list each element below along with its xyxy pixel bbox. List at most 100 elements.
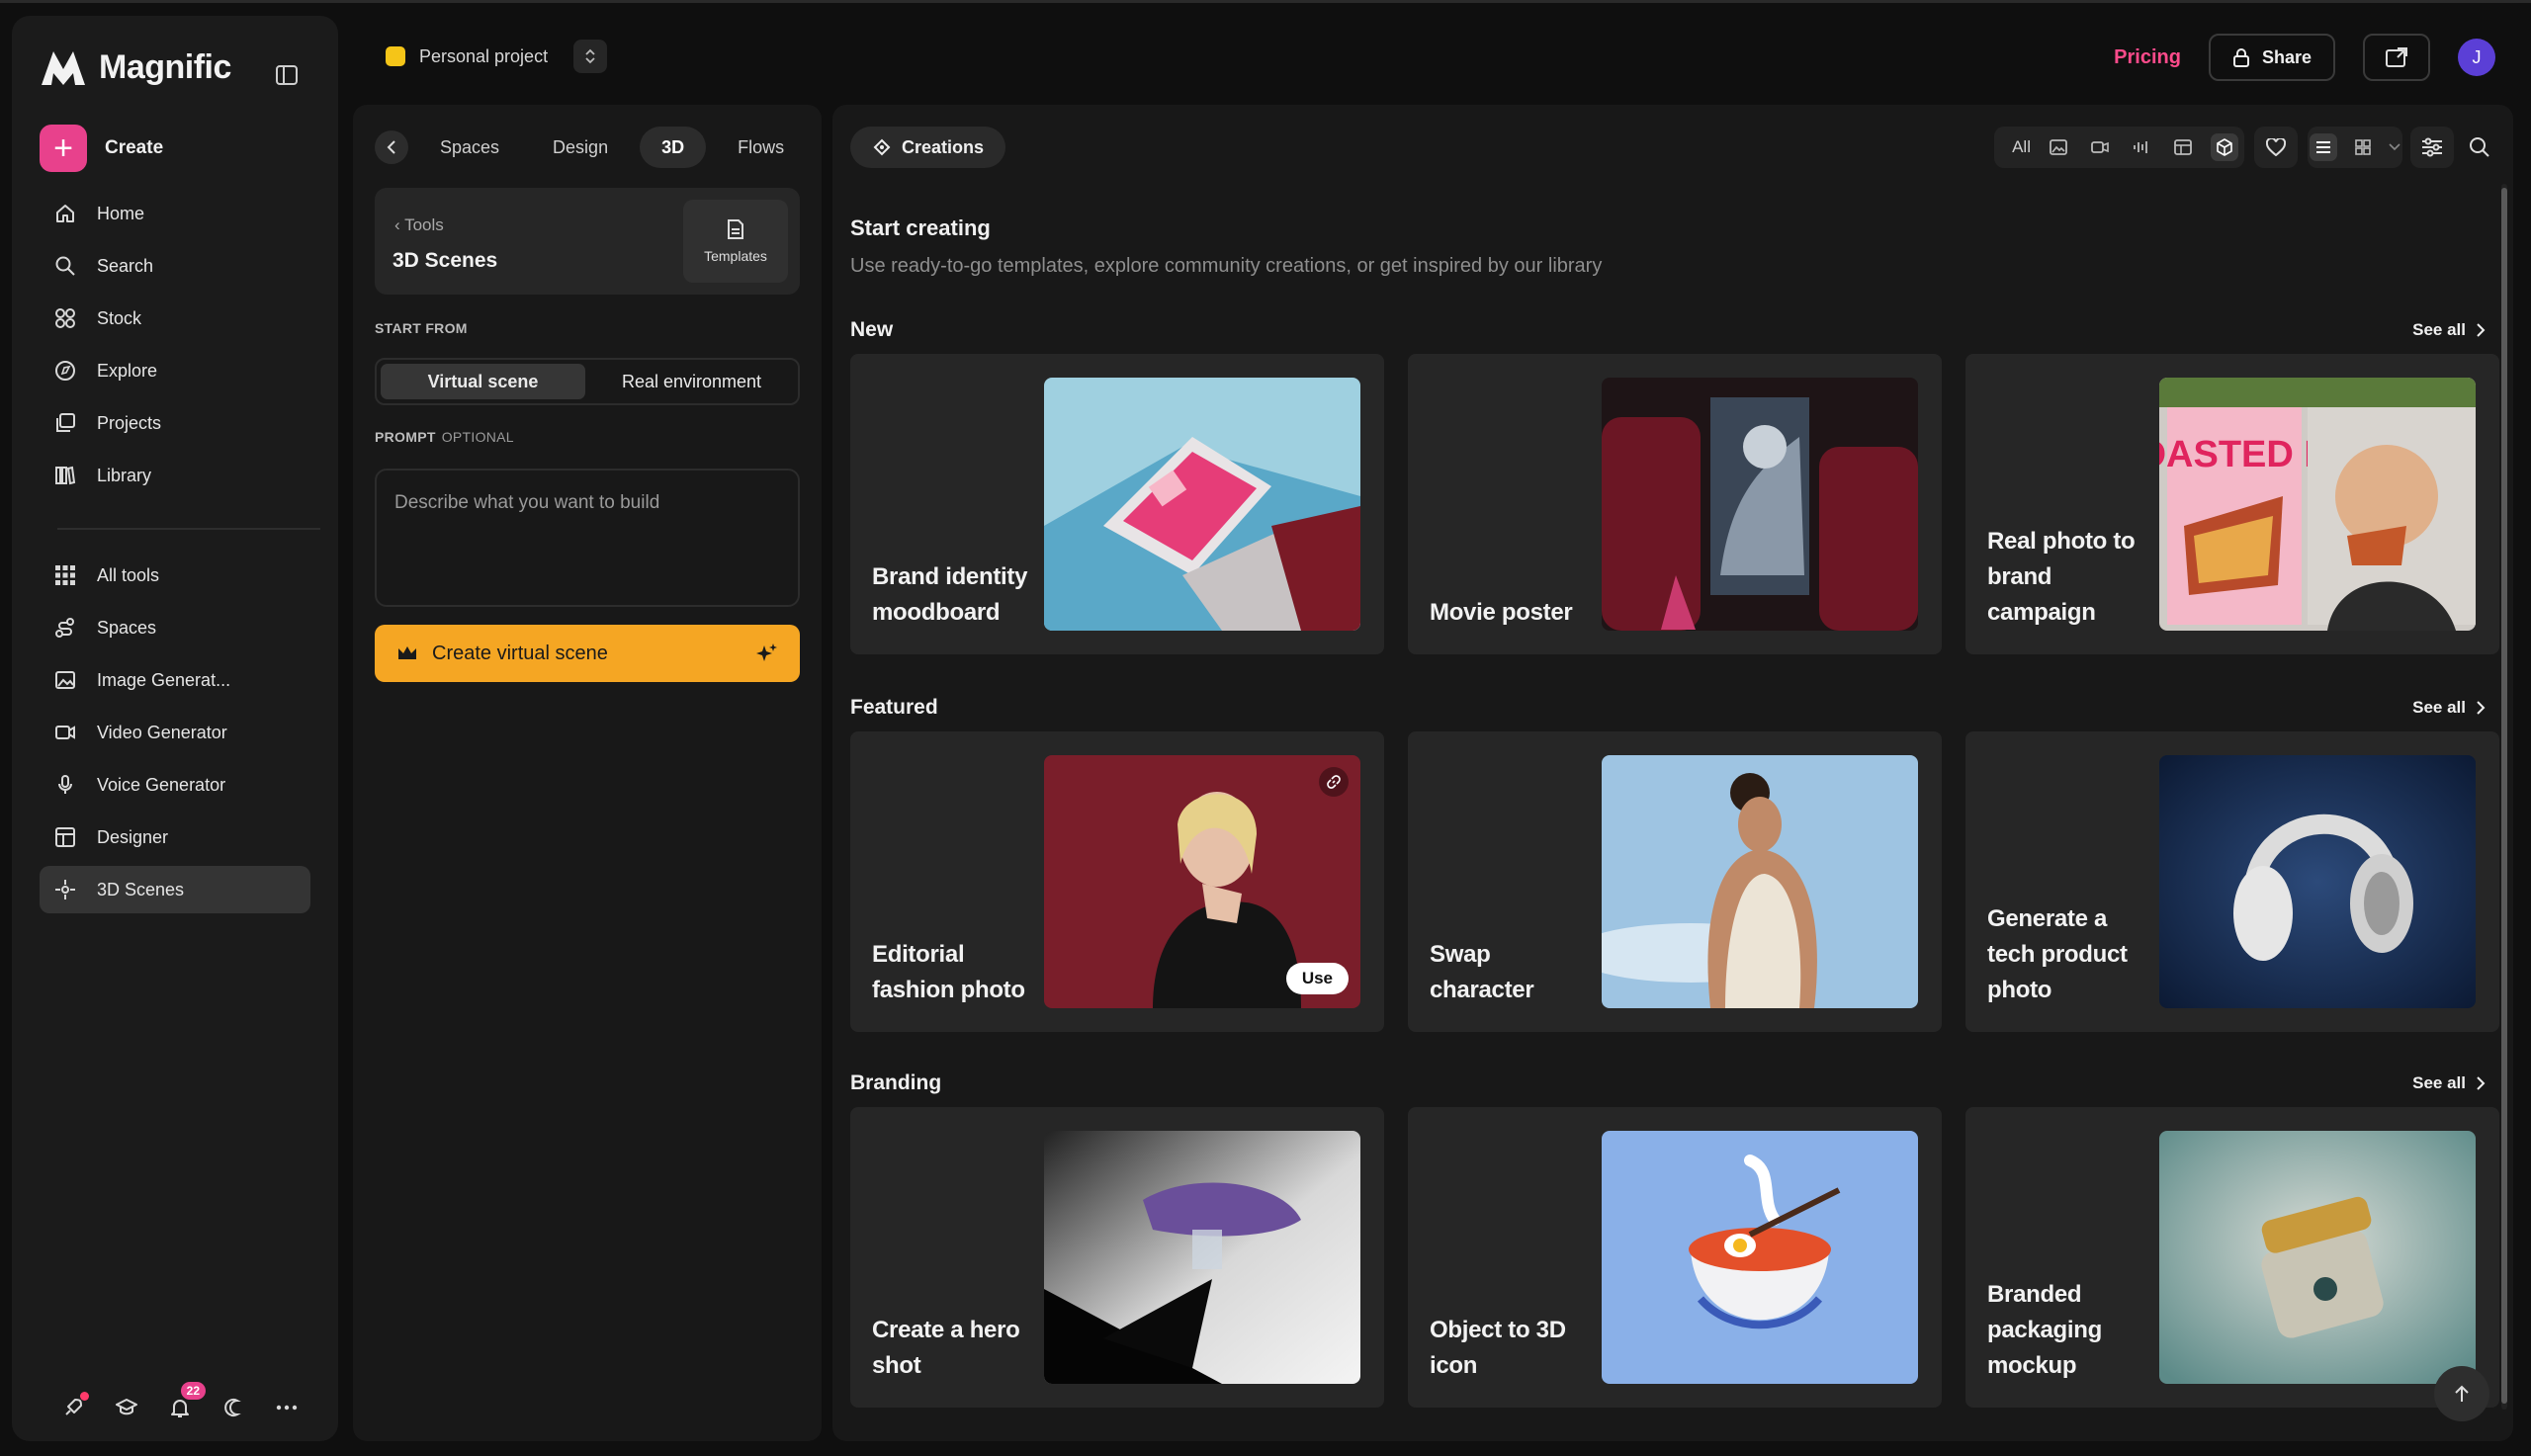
avatar[interactable]: J bbox=[2458, 39, 2495, 76]
project-selector[interactable]: Personal project bbox=[386, 40, 608, 73]
sidebar-item-spaces[interactable]: Spaces bbox=[40, 604, 310, 651]
template-card[interactable]: Generate a tech product photo bbox=[1965, 731, 2499, 1032]
grid-view-icon[interactable] bbox=[2349, 133, 2377, 161]
main-content: Creations All Start creating Use ready-t… bbox=[832, 105, 2513, 1441]
moon-icon[interactable] bbox=[218, 1392, 249, 1423]
card-title: Swap character bbox=[1430, 941, 1534, 1003]
scrollbar[interactable] bbox=[2501, 184, 2507, 1410]
tab-design[interactable]: Design bbox=[531, 127, 630, 168]
bell-icon[interactable]: 22 bbox=[164, 1382, 206, 1423]
template-card[interactable]: Create a hero shot bbox=[850, 1107, 1384, 1408]
back-button[interactable] bbox=[375, 130, 408, 164]
page-subtitle: Use ready-to-go templates, explore commu… bbox=[850, 255, 1603, 277]
template-card[interactable]: Brand identity moodboard bbox=[850, 354, 1384, 654]
collapse-sidebar-icon[interactable] bbox=[271, 59, 303, 91]
topbar-actions: Pricing Share J bbox=[2114, 34, 2495, 81]
template-card[interactable]: Object to 3D icon bbox=[1408, 1107, 1942, 1408]
image-filter-icon[interactable] bbox=[2045, 133, 2072, 161]
template-card[interactable]: Movie poster bbox=[1408, 354, 1942, 654]
list-view-icon[interactable] bbox=[2310, 133, 2337, 161]
filter-all[interactable]: All bbox=[2012, 137, 2031, 157]
see-all-label: See all bbox=[2412, 320, 2466, 339]
sidebar-item-stock[interactable]: Stock bbox=[40, 295, 310, 342]
tools-back-link[interactable]: ‹ Tools bbox=[394, 215, 444, 235]
sidebar-item-3d-scenes[interactable]: 3D Scenes bbox=[40, 866, 310, 913]
creations-button[interactable]: Creations bbox=[850, 127, 1006, 168]
more-icon[interactable] bbox=[271, 1392, 303, 1423]
sidebar-item-label: All tools bbox=[97, 564, 160, 585]
status-dot bbox=[80, 1392, 89, 1401]
filter-settings-button[interactable] bbox=[2410, 127, 2454, 168]
magnific-logo-icon bbox=[40, 47, 87, 87]
page-title: Start creating bbox=[850, 215, 991, 240]
sidebar-item-voice-generator[interactable]: Voice Generator bbox=[40, 761, 310, 809]
template-card[interactable]: Real photo to brand campaign TOASTED BF bbox=[1965, 354, 2499, 654]
card-title: Generate a tech product photo bbox=[1987, 905, 2128, 1003]
library-icon bbox=[53, 464, 77, 487]
design-filter-icon[interactable] bbox=[2169, 133, 2197, 161]
sidebar-item-designer[interactable]: Designer bbox=[40, 814, 310, 861]
sidebar-item-label: Library bbox=[97, 465, 152, 485]
tab-3d[interactable]: 3D bbox=[640, 127, 707, 168]
3d-filter-icon[interactable] bbox=[2211, 133, 2238, 161]
favorites-button[interactable] bbox=[2254, 127, 2298, 168]
tool-panel: Spaces Design 3D Flows ‹ Tools 3D Scenes… bbox=[353, 105, 822, 1441]
segment-virtual-scene[interactable]: Virtual scene bbox=[381, 364, 585, 399]
segment-real-environment[interactable]: Real environment bbox=[589, 364, 794, 399]
sidebar-item-home[interactable]: Home bbox=[40, 190, 310, 237]
section-title-new: New bbox=[850, 318, 894, 341]
open-external-icon bbox=[2386, 47, 2407, 67]
rocket-icon[interactable] bbox=[57, 1392, 89, 1423]
chevron-down-icon[interactable] bbox=[2389, 138, 2400, 156]
chevron-updown-icon[interactable] bbox=[573, 40, 608, 73]
share-button[interactable]: Share bbox=[2208, 34, 2335, 81]
templates-button[interactable]: Templates bbox=[683, 200, 788, 283]
sidebar-item-search[interactable]: Search bbox=[40, 242, 310, 290]
link-icon[interactable] bbox=[1319, 767, 1349, 797]
chevron-right-icon bbox=[2477, 323, 2486, 337]
view-toggle bbox=[2308, 127, 2402, 168]
lock-icon bbox=[2232, 48, 2249, 67]
create-button[interactable]: + Create bbox=[40, 125, 163, 172]
search-icon bbox=[2470, 137, 2489, 157]
see-all-featured[interactable]: See all bbox=[2412, 698, 2486, 718]
pricing-link[interactable]: Pricing bbox=[2114, 46, 2181, 69]
sidebar-item-explore[interactable]: Explore bbox=[40, 347, 310, 394]
graduation-cap-icon[interactable] bbox=[111, 1392, 142, 1423]
section-title-branding: Branding bbox=[850, 1071, 942, 1094]
tab-flows[interactable]: Flows bbox=[716, 127, 806, 168]
template-card[interactable]: Branded packaging mockup bbox=[1965, 1107, 2499, 1408]
document-icon bbox=[728, 219, 743, 239]
card-image: TOASTED BF bbox=[2159, 378, 2476, 631]
scroll-to-top-button[interactable] bbox=[2434, 1366, 2489, 1421]
video-filter-icon[interactable] bbox=[2086, 133, 2114, 161]
card-title: Branded packaging mockup bbox=[1987, 1281, 2102, 1379]
template-card[interactable]: Swap character bbox=[1408, 731, 1942, 1032]
sidebar-item-projects[interactable]: Projects bbox=[40, 399, 310, 447]
see-all-branding[interactable]: See all bbox=[2412, 1073, 2486, 1093]
scrollbar-thumb[interactable] bbox=[2501, 188, 2507, 1404]
see-all-new[interactable]: See all bbox=[2412, 320, 2486, 340]
sidebar-item-image-generator[interactable]: Image Generat... bbox=[40, 656, 310, 704]
sidebar-item-label: Search bbox=[97, 255, 154, 276]
card-title: Editorial fashion photo bbox=[872, 941, 1025, 1003]
use-button[interactable]: Use bbox=[1285, 963, 1349, 994]
sidebar-item-all-tools[interactable]: All tools bbox=[40, 552, 310, 599]
template-card[interactable]: Editorial fashion photo Use bbox=[850, 731, 1384, 1032]
sidebar-item-label: Designer bbox=[97, 826, 169, 847]
chevron-right-icon bbox=[2477, 1076, 2486, 1090]
prompt-input[interactable]: Describe what you want to build bbox=[375, 469, 800, 607]
create-virtual-scene-button[interactable]: Create virtual scene bbox=[375, 625, 800, 682]
tools-back-label: Tools bbox=[404, 215, 444, 234]
start-from-toggle: Virtual scene Real environment bbox=[375, 358, 800, 405]
search-button[interactable] bbox=[2460, 127, 2499, 168]
audio-filter-icon[interactable] bbox=[2128, 133, 2155, 161]
tab-spaces[interactable]: Spaces bbox=[418, 127, 521, 168]
sidebar-item-video-generator[interactable]: Video Generator bbox=[40, 709, 310, 756]
designer-icon bbox=[53, 825, 77, 849]
open-external-button[interactable] bbox=[2363, 34, 2430, 81]
see-all-label: See all bbox=[2412, 698, 2466, 717]
card-image bbox=[2159, 755, 2476, 1008]
sidebar-item-library[interactable]: Library bbox=[40, 452, 310, 499]
logo[interactable]: Magnific bbox=[40, 42, 231, 93]
